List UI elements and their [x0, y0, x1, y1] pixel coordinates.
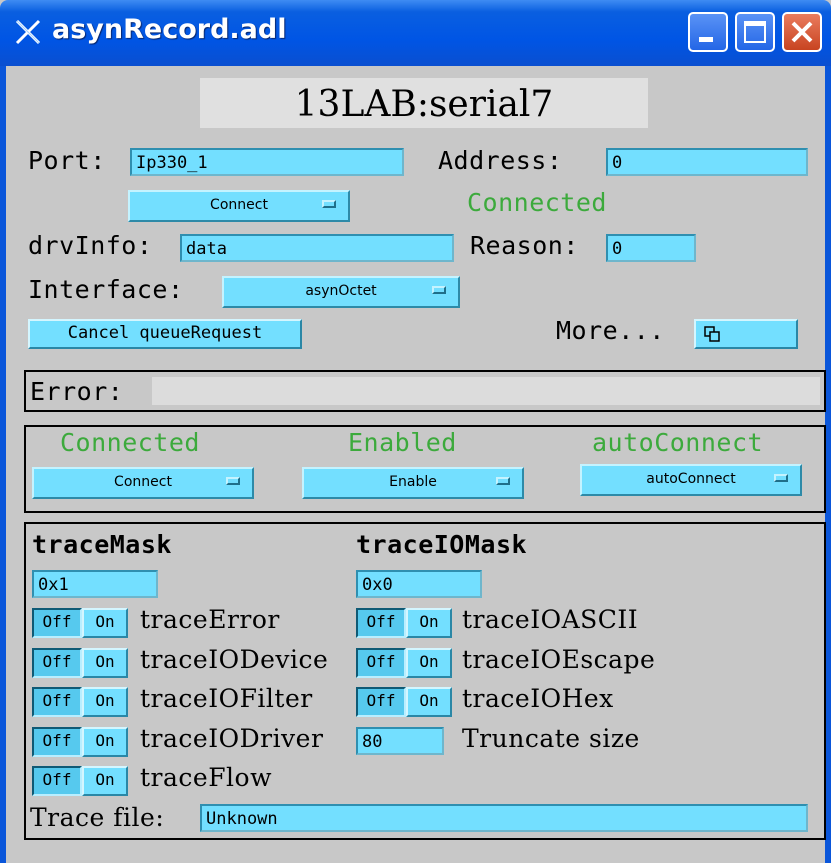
- drvinfo-label: drvInfo:: [28, 231, 153, 260]
- trace-file-input[interactable]: Unknown: [200, 804, 808, 832]
- trace-off-button[interactable]: Off: [32, 766, 82, 796]
- trace-io-device-label: traceIODevice: [140, 645, 329, 674]
- trace-io-ascii-toggle[interactable]: Off On: [356, 608, 452, 638]
- trace-io-escape-toggle[interactable]: Off On: [356, 648, 452, 678]
- window-title: asynRecord.adl: [52, 14, 287, 45]
- connect-menu-label: Connect: [210, 197, 268, 213]
- title-bar: asynRecord.adl: [0, 0, 831, 66]
- port-label: Port:: [28, 146, 106, 175]
- trace-error-label: traceError: [140, 605, 280, 634]
- x-window-icon: [15, 19, 41, 45]
- menu-indicator-icon: [774, 474, 788, 482]
- autoconnect-status: autoConnect: [592, 428, 764, 457]
- record-name-banner: 13LAB:serial7: [200, 78, 648, 128]
- trace-mask-input[interactable]: 0x1: [32, 570, 158, 598]
- close-icon: [791, 21, 813, 43]
- trace-io-filter-toggle[interactable]: Off On: [32, 687, 128, 717]
- trace-io-driver-label: traceIODriver: [140, 724, 324, 753]
- trace-flow-label: traceFlow: [140, 763, 272, 792]
- trace-on-button[interactable]: On: [82, 727, 128, 757]
- drvinfo-input[interactable]: data: [180, 234, 454, 262]
- trace-io-hex-toggle[interactable]: Off On: [356, 687, 452, 717]
- maximize-icon: [744, 21, 766, 43]
- trace-off-button[interactable]: Off: [32, 687, 82, 717]
- connect-menu[interactable]: Connect: [128, 190, 350, 222]
- trace-error-toggle[interactable]: Off On: [32, 608, 128, 638]
- more-label: More...: [556, 316, 665, 345]
- maximize-button[interactable]: [735, 12, 775, 52]
- trace-io-device-toggle[interactable]: Off On: [32, 648, 128, 678]
- enabled-status: Enabled: [348, 428, 457, 457]
- connection-status: Connected: [467, 188, 607, 217]
- address-label: Address:: [438, 146, 563, 175]
- reason-label: Reason:: [470, 231, 579, 260]
- cancel-queue-request-button[interactable]: Cancel queueRequest: [28, 319, 302, 349]
- interface-menu[interactable]: asynOctet: [222, 276, 460, 308]
- error-label: Error:: [30, 377, 124, 406]
- trace-on-button[interactable]: On: [82, 687, 128, 717]
- related-display-icon: [704, 326, 720, 342]
- menu-indicator-icon: [432, 286, 446, 294]
- trace-on-button[interactable]: On: [406, 648, 452, 678]
- trace-off-button[interactable]: Off: [356, 608, 406, 638]
- truncate-size-input[interactable]: 80: [356, 727, 444, 755]
- interface-label: Interface:: [28, 275, 184, 304]
- autoconnect-menu[interactable]: autoConnect: [580, 464, 802, 496]
- enable-menu-label: Enable: [389, 474, 437, 490]
- trace-mask-title: traceMask: [32, 530, 172, 559]
- minimize-button[interactable]: [688, 12, 728, 52]
- reason-input[interactable]: 0: [606, 234, 696, 262]
- trace-on-button[interactable]: On: [406, 687, 452, 717]
- truncate-size-label: Truncate size: [462, 724, 640, 753]
- trace-on-button[interactable]: On: [406, 608, 452, 638]
- port-input[interactable]: Ip330_1: [130, 148, 404, 176]
- trace-off-button[interactable]: Off: [32, 608, 82, 638]
- trace-io-ascii-label: traceIOASCII: [462, 605, 639, 634]
- trace-off-button[interactable]: Off: [356, 687, 406, 717]
- trace-off-button[interactable]: Off: [356, 648, 406, 678]
- autoconnect-menu-label: autoConnect: [646, 471, 736, 487]
- address-input[interactable]: 0: [606, 148, 808, 176]
- record-name: 13LAB:serial7: [294, 84, 554, 125]
- trace-io-mask-title: traceIOMask: [356, 530, 528, 559]
- trace-flow-toggle[interactable]: Off On: [32, 766, 128, 796]
- connect-control-label: Connect: [114, 474, 172, 490]
- close-button[interactable]: [782, 12, 822, 52]
- trace-io-escape-label: traceIOEscape: [462, 645, 656, 674]
- trace-io-driver-toggle[interactable]: Off On: [32, 727, 128, 757]
- trace-io-mask-input[interactable]: 0x0: [356, 570, 482, 598]
- enable-menu[interactable]: Enable: [302, 467, 524, 499]
- trace-on-button[interactable]: On: [82, 648, 128, 678]
- trace-file-label: Trace file:: [30, 803, 165, 832]
- minimize-icon: [699, 37, 713, 42]
- menu-indicator-icon: [226, 477, 240, 485]
- trace-io-filter-label: traceIOFilter: [140, 684, 313, 713]
- more-button[interactable]: [694, 319, 798, 349]
- trace-off-button[interactable]: Off: [32, 648, 82, 678]
- trace-on-button[interactable]: On: [82, 608, 128, 638]
- trace-io-hex-label: traceIOHex: [462, 684, 614, 713]
- connected-status: Connected: [60, 428, 200, 457]
- menu-indicator-icon: [496, 477, 510, 485]
- error-message: [152, 377, 820, 405]
- trace-off-button[interactable]: Off: [32, 727, 82, 757]
- menu-indicator-icon: [322, 200, 336, 208]
- trace-on-button[interactable]: On: [82, 766, 128, 796]
- interface-menu-label: asynOctet: [305, 283, 377, 299]
- connect-control-menu[interactable]: Connect: [32, 467, 254, 499]
